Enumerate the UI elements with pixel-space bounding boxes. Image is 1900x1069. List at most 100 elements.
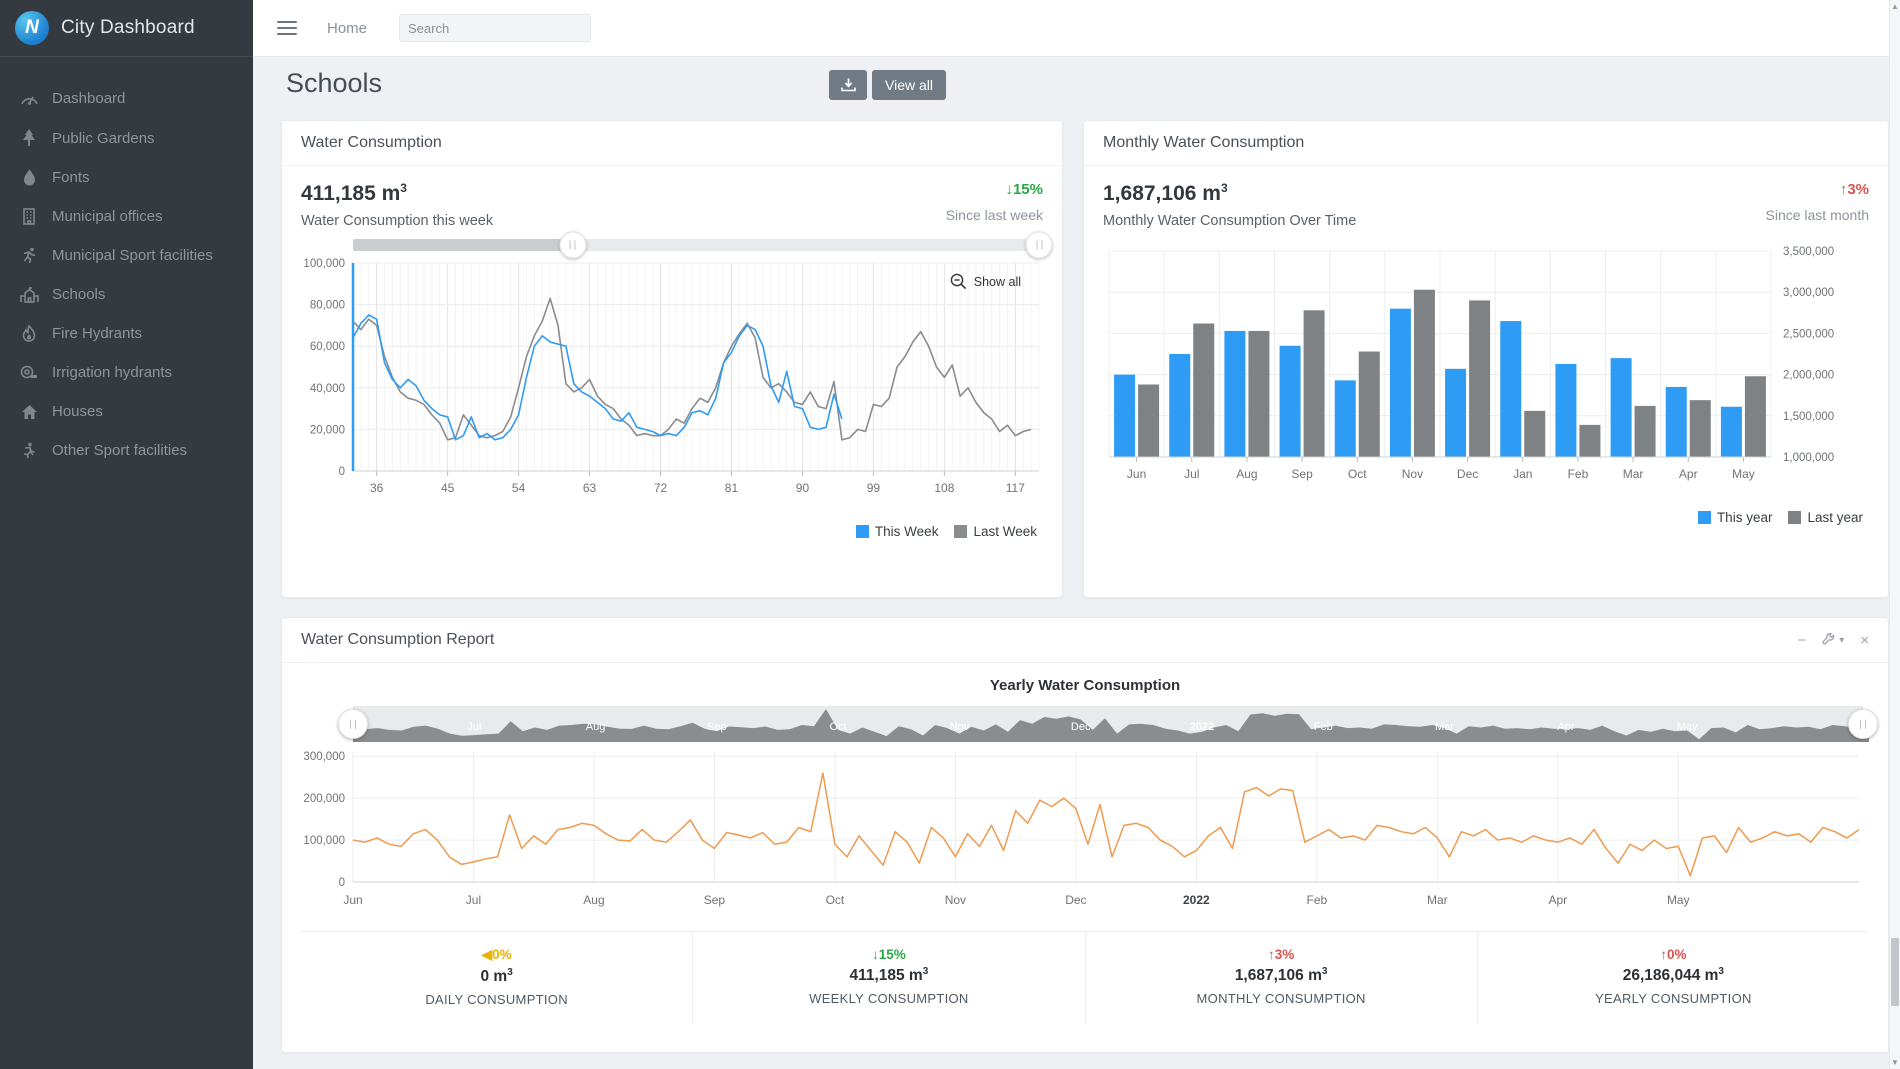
scroll-up-icon[interactable]: ▲ [1890, 2, 1900, 11]
sidebar-item-houses[interactable]: Houses [0, 392, 253, 431]
wrench-icon [1822, 633, 1836, 647]
brand-logo-icon: N [15, 11, 49, 45]
runner-icon [16, 247, 42, 264]
download-icon [841, 78, 856, 92]
legend-last-week[interactable]: Last Week [954, 524, 1037, 539]
search-input[interactable] [408, 21, 584, 36]
monthly-subtitle: Monthly Water Consumption Over Time [1103, 213, 1356, 229]
scrollbar-thumb[interactable] [1891, 938, 1899, 1006]
svg-text:Jun: Jun [1127, 467, 1146, 481]
legend-this-week[interactable]: This Week [856, 524, 939, 539]
svg-text:117: 117 [1006, 481, 1025, 495]
stat-label: DAILY CONSUMPTION [301, 992, 692, 1007]
sidebar-item-label: Municipal Sport facilities [52, 247, 213, 264]
svg-text:63: 63 [583, 481, 597, 495]
report-chart-title: Yearly Water Consumption [301, 677, 1869, 694]
svg-text:Dec: Dec [1065, 893, 1086, 907]
sidebar-menu: Dashboard Public Gardens Fonts Municipal of… [0, 57, 253, 470]
svg-text:Nov: Nov [945, 893, 966, 907]
legend-swatch [954, 525, 967, 538]
svg-text:Dec: Dec [1071, 721, 1091, 733]
svg-text:Feb: Feb [1314, 721, 1333, 733]
svg-text:Mar: Mar [1435, 721, 1454, 733]
sidebar-item-fonts[interactable]: Fonts [0, 158, 253, 197]
range-handle-right[interactable] [1026, 232, 1053, 259]
svg-text:Apr: Apr [1548, 893, 1567, 907]
svg-text:81: 81 [725, 481, 739, 495]
svg-text:Mar: Mar [1623, 467, 1644, 481]
chart-range-scrollbar[interactable] [353, 239, 1039, 251]
tree-icon [16, 129, 42, 147]
sidebar-item-schools[interactable]: Schools [0, 275, 253, 314]
svg-text:90: 90 [796, 481, 810, 495]
view-all-button[interactable]: View all [872, 70, 946, 100]
card-title: Water Consumption Report [301, 631, 1797, 649]
svg-text:Aug: Aug [1236, 467, 1257, 481]
svg-text:2022: 2022 [1190, 721, 1214, 733]
weekly-line-chart: Show all 020,00040,00060,00080,000100,00… [301, 239, 1043, 539]
legend-this-year[interactable]: This year [1698, 510, 1773, 525]
sidebar-item-irrigation-hydrants[interactable]: Irrigation hydrants [0, 353, 253, 392]
page-scrollbar[interactable]: ▲ ▼ [1889, 0, 1900, 1069]
home-icon [16, 404, 42, 420]
sidebar-item-public-gardens[interactable]: Public Gardens [0, 118, 253, 158]
sidebar-item-label: Fonts [52, 169, 90, 186]
svg-text:Mar: Mar [1427, 893, 1448, 907]
monthly-delta: ↑3% [1766, 181, 1870, 198]
card-title: Water Consumption [301, 134, 1043, 152]
scroll-down-icon[interactable]: ▼ [1890, 1058, 1900, 1067]
nav-home-link[interactable]: Home [327, 20, 367, 37]
sidebar-item-label: Irrigation hydrants [52, 364, 172, 381]
navigator-handle-right[interactable] [1848, 709, 1878, 739]
svg-text:300,000: 300,000 [303, 751, 345, 763]
svg-text:May: May [1677, 721, 1698, 733]
svg-text:Apr: Apr [1679, 467, 1698, 481]
stat-delta: ↓15% [693, 947, 1084, 962]
svg-text:Oct: Oct [1348, 467, 1367, 481]
svg-text:3,500,000: 3,500,000 [1783, 246, 1834, 258]
sport-icon [16, 442, 42, 459]
svg-text:72: 72 [654, 481, 668, 495]
svg-text:May: May [1732, 467, 1755, 481]
weekly-chart-plot: 020,00040,00060,00080,000100,00036455463… [301, 253, 1045, 515]
close-icon[interactable]: × [1860, 632, 1869, 649]
svg-text:Feb: Feb [1568, 467, 1589, 481]
sidebar-item-label: Dashboard [52, 90, 125, 107]
stat-value: 26,186,044 m3 [1478, 966, 1869, 985]
brand-title: City Dashboard [61, 17, 195, 39]
search-box[interactable] [399, 14, 591, 42]
svg-text:1,000,000: 1,000,000 [1783, 452, 1834, 464]
download-button[interactable] [829, 70, 867, 100]
svg-text:60,000: 60,000 [310, 341, 345, 353]
sidebar-item-municipal-sport-facilities[interactable]: Municipal Sport facilities [0, 236, 253, 275]
monthly-consumption-card: Monthly Water Consumption 1,687,106 m3 M… [1083, 120, 1889, 598]
legend-last-year[interactable]: Last year [1788, 510, 1863, 525]
hamburger-icon[interactable] [277, 17, 297, 39]
top-navbar: Home [253, 0, 1889, 57]
collapse-icon[interactable]: − [1797, 632, 1806, 649]
settings-wrench-icon[interactable]: ▾ [1822, 633, 1844, 647]
svg-text:45: 45 [441, 481, 455, 495]
navigator-area: JulAugSepOctNovDec2022FebMarAprMay [353, 706, 1869, 742]
school-icon [16, 287, 42, 303]
show-all-button[interactable]: Show all [950, 273, 1021, 290]
svg-text:Sep: Sep [1291, 467, 1313, 481]
droplet-icon [16, 169, 42, 186]
sidebar-item-other-sport-facilities[interactable]: Other Sport facilities [0, 431, 253, 470]
monthly-chart-plot: 1,000,0001,500,0002,000,0002,500,0003,00… [1103, 239, 1871, 501]
svg-text:Apr: Apr [1557, 721, 1574, 733]
svg-text:20,000: 20,000 [310, 424, 345, 436]
navigator-handle-left[interactable] [338, 709, 368, 739]
range-handle-left[interactable] [559, 232, 586, 259]
card-title: Monthly Water Consumption [1103, 134, 1869, 152]
svg-text:Jul: Jul [467, 721, 481, 733]
svg-text:100,000: 100,000 [303, 258, 345, 270]
report-card: Water Consumption Report − ▾ × Yearly Wa… [281, 617, 1889, 1053]
sidebar-item-dashboard[interactable]: Dashboard [0, 79, 253, 118]
brand[interactable]: N City Dashboard [0, 0, 253, 57]
sidebar-item-municipal-offices[interactable]: Municipal offices [0, 197, 253, 236]
report-navigator[interactable]: JulAugSepOctNovDec2022FebMarAprMay [353, 706, 1863, 742]
sidebar: N City Dashboard Dashboard Public Gardens… [0, 0, 253, 1069]
sidebar-item-fire-hydrants[interactable]: Fire Hydrants [0, 314, 253, 353]
delta-arrow-icon: ↑ [1268, 947, 1275, 962]
